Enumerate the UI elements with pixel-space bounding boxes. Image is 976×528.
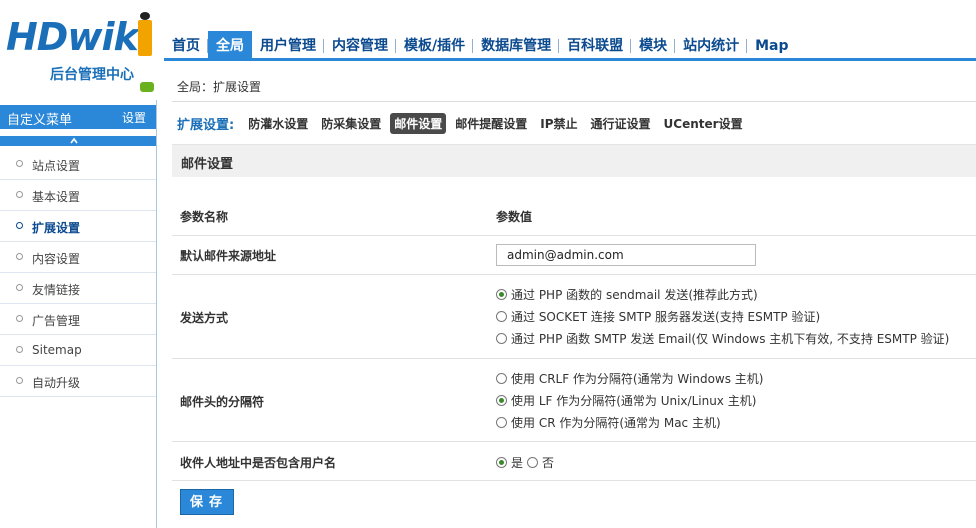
sidebar-item-friend-links[interactable]: 友情链接 <box>0 273 156 304</box>
bullet-icon <box>16 191 23 198</box>
chat-bubble-icon <box>140 82 154 92</box>
sidebar-item-label: 友情链接 <box>32 283 81 297</box>
logo-text: HDwiki <box>6 15 151 59</box>
bullet-icon <box>16 253 23 260</box>
sidebar-collapse-toggle[interactable] <box>0 136 156 146</box>
sidebar-item-basic-settings[interactable]: 基本设置 <box>0 180 156 211</box>
tab-anti-scrape[interactable]: 防采集设置 <box>317 113 385 134</box>
tab-ucenter[interactable]: UCenter设置 <box>660 113 747 134</box>
send-method-label: 发送方式 <box>180 311 229 325</box>
bullet-icon <box>16 315 23 322</box>
logo-subtitle: 后台管理中心 <box>50 67 134 83</box>
nav-user-management[interactable]: 用户管理 <box>252 31 324 59</box>
separator-option-lf[interactable]: 使用 LF 作为分隔符(通常为 Unix/Linux 主机) <box>496 392 756 409</box>
tabs-lead-label: 扩展设置: <box>177 117 235 133</box>
settings-tabs: 扩展设置: 防灌水设置 防采集设置 邮件设置 邮件提醒设置 IP禁止 通行证设置… <box>177 112 752 134</box>
table-row-header-separator: 邮件头的分隔符 使用 CRLF 作为分隔符(通常为 Windows 主机) 使用… <box>172 359 976 442</box>
sidebar-item-label: 扩展设置 <box>32 221 81 235</box>
nav-modules[interactable]: 模块 <box>630 31 675 59</box>
sidebar-item-label: 自动升级 <box>32 376 81 390</box>
sidebar-item-label: Sitemap <box>32 343 82 357</box>
radio-button[interactable] <box>496 373 507 384</box>
section-title: 邮件设置 <box>181 157 234 172</box>
nav-templates-plugins[interactable]: 模板/插件 <box>394 31 473 59</box>
separator-option-cr[interactable]: 使用 CR 作为分隔符(通常为 Mac 主机) <box>496 414 721 431</box>
header: HDwiki 后台管理中心 首页 全局 用户管理 内容管理 模板/插件 数据库管… <box>0 0 976 92</box>
table-row-send-method: 发送方式 通过 PHP 函数的 sendmail 发送(推荐此方式) 通过 SO… <box>172 275 976 359</box>
bullet-icon <box>16 284 23 291</box>
nav-map[interactable]: Map <box>746 31 796 59</box>
nav-wiki-alliance[interactable]: 百科联盟 <box>558 31 631 59</box>
from-address-input[interactable]: admin@admin.com <box>496 244 756 266</box>
radio-button[interactable] <box>496 395 507 406</box>
bullet-icon <box>16 160 23 167</box>
radio-button[interactable] <box>496 289 507 300</box>
tab-mail-reminder[interactable]: 邮件提醒设置 <box>451 113 531 134</box>
option-label: 使用 LF 作为分隔符(通常为 Unix/Linux 主机) <box>511 394 757 408</box>
tab-mail-settings[interactable]: 邮件设置 <box>390 112 447 134</box>
send-option-php-smtp[interactable]: 通过 PHP 函数 SMTP 发送 Email(仅 Windows 主机下有效,… <box>496 330 949 347</box>
main-content: 全局：扩展设置 扩展设置: 防灌水设置 防采集设置 邮件设置 邮件提醒设置 IP… <box>172 64 976 528</box>
include-username-label: 收件人地址中是否包含用户名 <box>180 456 337 470</box>
tab-passport[interactable]: 通行证设置 <box>587 113 655 134</box>
separator-label: 邮件头的分隔符 <box>180 395 265 409</box>
from-address-label: 默认邮件来源地址 <box>180 249 277 263</box>
sidebar-settings-link[interactable]: 设置 <box>122 109 146 126</box>
table-row-from-address: 默认邮件来源地址 admin@admin.com <box>172 236 976 275</box>
include-username-options: 是 否 <box>496 454 554 471</box>
chevron-up-icon <box>70 137 78 144</box>
sidebar-item-label: 内容设置 <box>32 252 81 266</box>
nav-site-stats[interactable]: 站内统计 <box>674 31 747 59</box>
radio-button[interactable] <box>496 333 507 344</box>
sidebar-item-extended-settings[interactable]: 扩展设置 <box>0 211 156 242</box>
sidebar-title: 自定义菜单 <box>7 113 73 128</box>
bullet-icon <box>16 346 23 353</box>
table-header-row: 参数名称 参数值 <box>172 197 976 236</box>
sidebar: 自定义菜单 设置 站点设置 基本设置 扩展设置 内容设置 友情链接 广告管理 S… <box>0 100 157 528</box>
column-header-name: 参数名称 <box>180 210 229 224</box>
sidebar-header: 自定义菜单 设置 <box>0 105 156 129</box>
nav-global[interactable]: 全局 <box>207 31 252 59</box>
breadcrumb: 全局：扩展设置 <box>177 80 262 94</box>
hdwiki-logo[interactable]: HDwiki 后台管理中心 <box>6 8 156 98</box>
sidebar-item-ad-management[interactable]: 广告管理 <box>0 304 156 335</box>
sidebar-item-label: 基本设置 <box>32 190 81 204</box>
separator-option-crlf[interactable]: 使用 CRLF 作为分隔符(通常为 Windows 主机) <box>496 370 764 387</box>
sidebar-list: 站点设置 基本设置 扩展设置 内容设置 友情链接 广告管理 Sitemap 自动… <box>0 149 156 397</box>
nav-content-management[interactable]: 内容管理 <box>323 31 396 59</box>
sidebar-item-sitemap[interactable]: Sitemap <box>0 335 156 366</box>
sidebar-item-auto-upgrade[interactable]: 自动升级 <box>0 366 156 397</box>
radio-button[interactable] <box>496 311 507 322</box>
bullet-icon <box>16 222 23 229</box>
table-row-include-username: 收件人地址中是否包含用户名 是 否 <box>172 442 976 481</box>
tab-anti-spam[interactable]: 防灌水设置 <box>244 113 312 134</box>
option-label: 通过 SOCKET 连接 SMTP 服务器发送(支持 ESMTP 验证) <box>511 310 821 324</box>
send-option-socket-smtp[interactable]: 通过 SOCKET 连接 SMTP 服务器发送(支持 ESMTP 验证) <box>496 308 820 325</box>
sidebar-item-content-settings[interactable]: 内容设置 <box>0 242 156 273</box>
option-no-label: 否 <box>542 456 555 470</box>
column-header-value: 参数值 <box>496 210 533 224</box>
nav-home[interactable]: 首页 <box>164 31 208 59</box>
divider <box>172 101 976 102</box>
bullet-icon <box>16 377 23 384</box>
option-label: 使用 CRLF 作为分隔符(通常为 Windows 主机) <box>511 372 764 386</box>
send-option-sendmail[interactable]: 通过 PHP 函数的 sendmail 发送(推荐此方式) <box>496 286 758 303</box>
top-nav: 首页 全局 用户管理 内容管理 模板/插件 数据库管理 百科联盟 模块 站内统计… <box>164 30 797 60</box>
sidebar-item-label: 广告管理 <box>32 314 81 328</box>
option-label: 通过 PHP 函数 SMTP 发送 Email(仅 Windows 主机下有效,… <box>511 332 950 346</box>
nav-underline <box>164 58 976 61</box>
radio-button-no[interactable] <box>527 457 539 468</box>
option-label: 通过 PHP 函数的 sendmail 发送(推荐此方式) <box>511 288 758 302</box>
section-header: 邮件设置 <box>172 144 976 177</box>
tab-ip-ban[interactable]: IP禁止 <box>536 113 581 134</box>
option-label: 使用 CR 作为分隔符(通常为 Mac 主机) <box>511 416 721 430</box>
option-yes-label: 是 <box>511 456 524 470</box>
sidebar-item-label: 站点设置 <box>32 159 81 173</box>
logo-i-icon <box>138 12 152 56</box>
sidebar-item-site-settings[interactable]: 站点设置 <box>0 149 156 180</box>
save-button[interactable]: 保存 <box>180 489 234 515</box>
nav-database-management[interactable]: 数据库管理 <box>472 31 559 59</box>
radio-button[interactable] <box>496 417 507 428</box>
radio-button-yes[interactable] <box>496 457 507 468</box>
